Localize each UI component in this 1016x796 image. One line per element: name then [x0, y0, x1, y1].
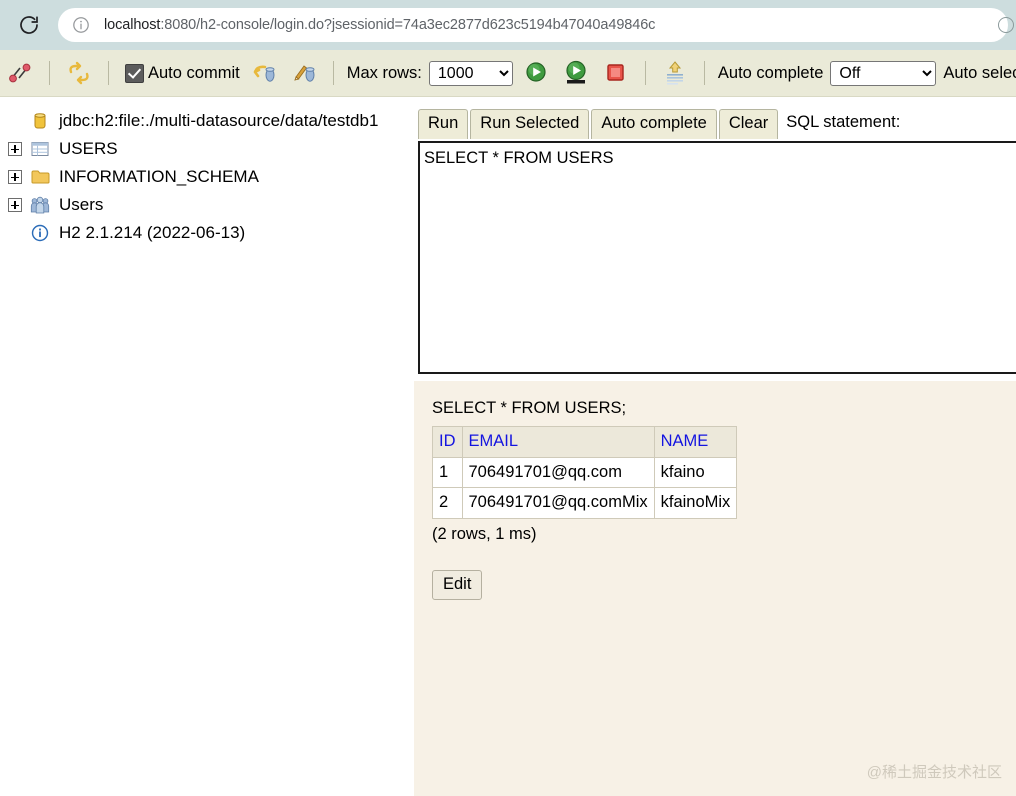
cell-email: 706491701@qq.com: [461, 456, 655, 489]
clear-button[interactable]: Clear: [718, 109, 779, 139]
result-stats: (2 rows, 1 ms): [432, 524, 537, 543]
query-result-panel: SELECT * FROM USERS; ID EMAIL NAME 1 706…: [414, 381, 1016, 796]
cell-email: 706491701@qq.comMix: [461, 487, 655, 519]
tree-item-database-root[interactable]: jdbc:h2:file:./multi-datasource/data/tes…: [8, 107, 414, 135]
tree-item-label: H2 2.1.214 (2022-06-13): [59, 223, 246, 242]
result-table: ID EMAIL NAME 1 706491701@qq.com kfaino …: [432, 426, 738, 519]
toolbar-separator: [108, 61, 109, 85]
table-row: 2 706491701@qq.comMix kfainoMix: [432, 487, 738, 519]
toolbar-separator: [332, 61, 334, 85]
address-bar[interactable]: localhost:8080/h2-console/login.do?jsess…: [58, 8, 1008, 42]
sql-statement-input[interactable]: [418, 141, 1016, 374]
auto-commit-checkbox[interactable]: [125, 63, 144, 83]
tree-item-h2-version[interactable]: H2 2.1.214 (2022-06-13): [8, 219, 414, 247]
run-play-icon[interactable]: [521, 58, 551, 88]
browser-chrome: localhost:8080/h2-console/login.do?jsess…: [0, 0, 1016, 50]
table-row: 1 706491701@qq.com kfaino: [432, 456, 738, 489]
max-rows-select[interactable]: 1000: [428, 60, 513, 86]
tree-item-label: INFORMATION_SCHEMA: [59, 167, 259, 186]
table-header-row: ID EMAIL NAME: [432, 426, 738, 458]
refresh-icon[interactable]: [64, 58, 94, 88]
site-info-icon[interactable]: [72, 16, 90, 34]
sql-statement-label: SQL statement:: [786, 112, 901, 131]
sql-button-bar: Run Run Selected Auto complete Clear SQL…: [418, 109, 900, 139]
auto-complete-label: Auto complete: [717, 63, 824, 82]
expand-toggle-icon[interactable]: [8, 170, 22, 184]
column-header-email[interactable]: EMAIL: [461, 426, 655, 458]
users-icon: [29, 195, 51, 215]
h2-console-page: localhost:8080/h2-console/login.do?jsess…: [0, 0, 1016, 796]
expand-toggle-icon[interactable]: [8, 198, 22, 212]
run-button[interactable]: Run: [418, 109, 469, 139]
folder-icon: [29, 167, 51, 187]
cell-name: kfainoMix: [653, 487, 738, 519]
address-bar-url: localhost:8080/h2-console/login.do?jsess…: [104, 17, 655, 33]
expand-toggle-icon[interactable]: [8, 142, 22, 156]
edit-button[interactable]: Edit: [432, 569, 483, 600]
run-selected-button[interactable]: Run Selected: [470, 109, 590, 139]
tree-item-label: jdbc:h2:file:./multi-datasource/data/tes…: [59, 111, 379, 130]
stop-icon[interactable]: [601, 58, 631, 88]
tree-item-users-table[interactable]: USERS: [8, 135, 414, 163]
auto-complete-icon[interactable]: [660, 58, 690, 88]
tree-item-label: USERS: [59, 139, 118, 158]
cell-id: 2: [432, 487, 463, 519]
column-header-name[interactable]: NAME: [653, 426, 738, 458]
toolbar-separator: [703, 61, 705, 85]
cell-name: kfaino: [653, 456, 738, 489]
auto-select-label: Auto select: [943, 63, 1016, 82]
tree-item-information-schema[interactable]: INFORMATION_SCHEMA: [8, 163, 414, 191]
max-rows-label: Max rows:: [346, 63, 422, 82]
auto-complete-button[interactable]: Auto complete: [591, 109, 717, 139]
rollback-icon[interactable]: [249, 58, 279, 88]
toolbar-separator: [49, 61, 50, 85]
column-header-id[interactable]: ID: [432, 426, 463, 458]
watermark: @稀土掘金技术社区: [866, 764, 1002, 781]
result-table-body: 1 706491701@qq.com kfaino 2 706491701@qq…: [432, 456, 738, 519]
sql-editor-area: Run Run Selected Auto complete Clear SQL…: [414, 97, 1016, 381]
auto-complete-select[interactable]: Off: [830, 60, 937, 86]
address-bar-host: localhost: [104, 17, 161, 33]
tree-item-users-schema[interactable]: Users: [8, 191, 414, 219]
address-bar-path: :8080/h2-console/login.do?jsessionid=74a…: [160, 17, 656, 33]
executed-query-text: SELECT * FROM USERS;: [432, 399, 627, 417]
result-table-head: ID EMAIL NAME: [432, 426, 738, 458]
reload-icon[interactable]: [12, 8, 46, 42]
h2-toolbar: Auto commit Max rows: 1000 Auto complete…: [0, 50, 1016, 97]
run-selected-play-icon[interactable]: [561, 58, 591, 88]
disconnect-icon[interactable]: [5, 58, 35, 88]
database-tree-panel: jdbc:h2:file:./multi-datasource/data/tes…: [0, 97, 414, 796]
toolbar-separator: [644, 61, 646, 85]
cell-id: 1: [432, 456, 463, 489]
table-icon: [29, 139, 51, 159]
commit-icon[interactable]: [289, 58, 319, 88]
chrome-menu-icon[interactable]: [998, 17, 1014, 33]
tree-item-label: Users: [59, 195, 104, 214]
auto-commit-label: Auto commit: [148, 63, 240, 82]
info-icon: [29, 223, 51, 243]
database-icon: [29, 111, 51, 131]
